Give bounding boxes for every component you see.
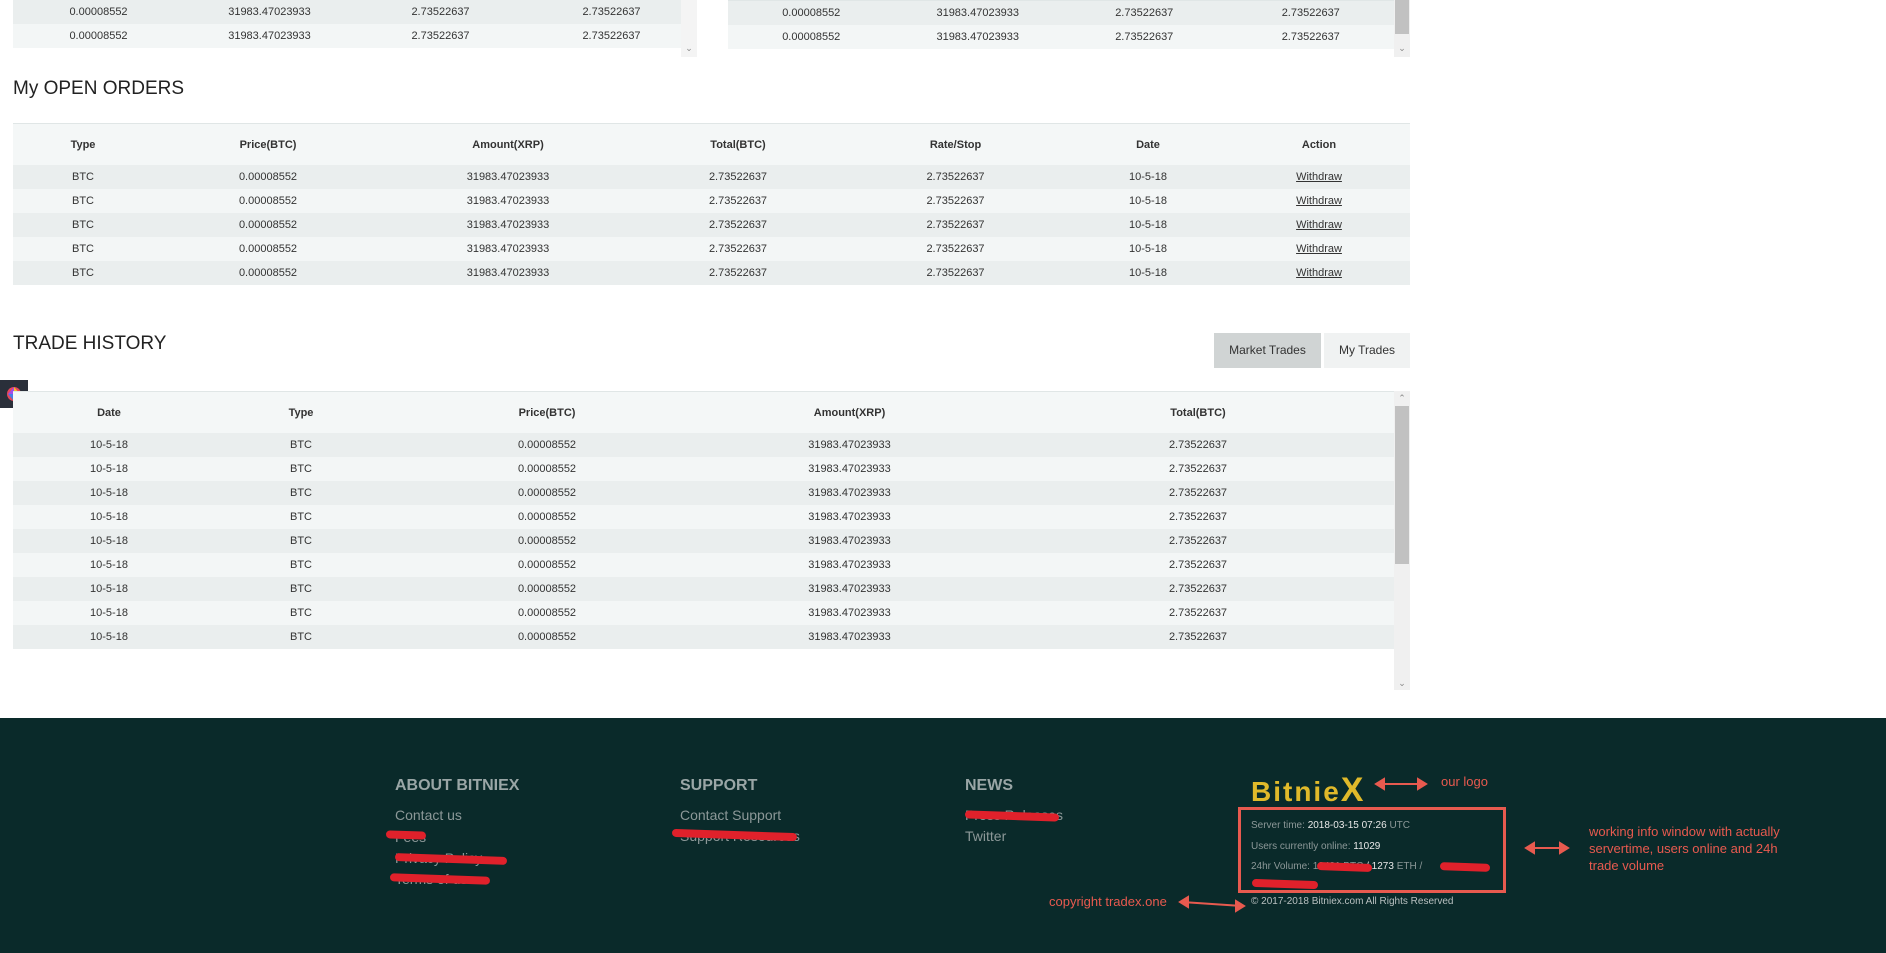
annotation-copyright: copyright tradex.one	[1049, 894, 1167, 909]
annotation-logo: our logo	[1441, 774, 1488, 789]
annotation-arrows	[1178, 777, 1570, 913]
double-arrow-icon	[1181, 901, 1243, 907]
annotation-info-window: working info window with actually server…	[1589, 824, 1780, 873]
